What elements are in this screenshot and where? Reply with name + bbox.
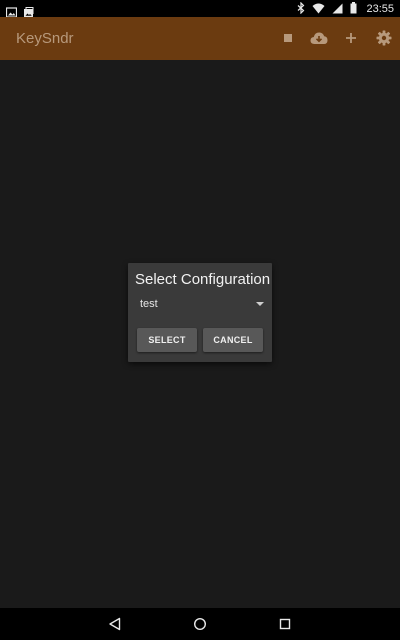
stop-icon[interactable] xyxy=(278,28,298,48)
battery-icon xyxy=(350,0,357,18)
wifi-icon xyxy=(312,0,325,18)
clock: 23:55 xyxy=(366,2,394,15)
dropdown-arrow-icon xyxy=(256,302,264,306)
dialog-title: Select Configuration xyxy=(135,271,271,288)
navigation-bar xyxy=(0,608,400,640)
app-toolbar: KeySndr xyxy=(0,17,400,60)
add-icon[interactable] xyxy=(341,28,361,48)
select-configuration-dialog: Select Configuration test SELECT CANCEL xyxy=(128,263,272,362)
status-bar: 23:55 xyxy=(0,0,400,18)
back-icon[interactable] xyxy=(106,615,124,633)
cancel-button[interactable]: CANCEL xyxy=(203,328,263,352)
recents-icon[interactable] xyxy=(276,615,294,633)
settings-icon[interactable] xyxy=(374,28,394,48)
select-button[interactable]: SELECT xyxy=(137,328,197,352)
signal-icon xyxy=(332,0,343,18)
spinner-selected-value: test xyxy=(140,298,158,310)
bluetooth-icon xyxy=(297,0,305,18)
home-icon[interactable] xyxy=(191,615,209,633)
configuration-spinner[interactable]: test xyxy=(136,295,266,315)
system-status: 23:55 xyxy=(297,0,394,17)
screen: 23:55 KeySndr Select Configuration test … xyxy=(0,0,400,640)
cloud-download-icon[interactable] xyxy=(309,28,329,48)
app-title: KeySndr xyxy=(16,30,74,47)
